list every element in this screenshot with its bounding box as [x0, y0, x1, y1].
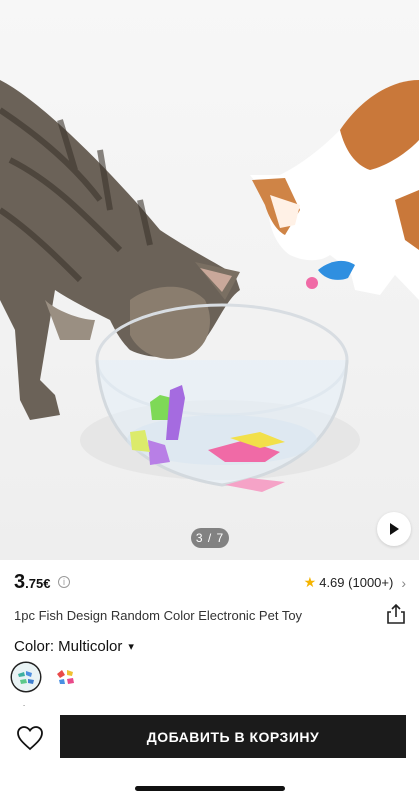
play-video-button[interactable]: [377, 512, 411, 546]
swatch-multicolor[interactable]: [12, 663, 40, 691]
product-title: 1pc Fish Design Random Color Electronic …: [14, 608, 303, 623]
swatch-variant-2[interactable]: [52, 663, 80, 691]
heart-icon: [17, 726, 43, 751]
chevron-down-icon: ▾: [128, 641, 134, 653]
bottom-action-bar: ДОБАВИТЬ В КОРЗИНУ: [0, 706, 419, 800]
chevron-right-icon: ›: [401, 574, 406, 591]
color-label: Color: Multicolor: [14, 638, 123, 655]
title-row: 1pc Fish Design Random Color Electronic …: [14, 603, 406, 630]
home-indicator: [135, 786, 285, 791]
color-selector[interactable]: Color: Multicolor ▾: [14, 638, 134, 655]
price-integer: 3: [14, 571, 26, 593]
wishlist-button[interactable]: [14, 722, 46, 754]
play-icon: [390, 523, 399, 535]
color-swatches: [12, 663, 80, 691]
gallery-pager: 3 / 7: [191, 528, 229, 548]
product-image-gallery[interactable]: 3 / 7: [0, 0, 419, 560]
price-row: 3.75€ i ★ 4.69 (1000+) ›: [14, 571, 406, 595]
price-fraction: .75€: [25, 576, 51, 591]
rating-summary[interactable]: ★ 4.69 (1000+) ›: [304, 574, 406, 591]
share-icon[interactable]: [386, 603, 406, 630]
price: 3.75€: [14, 571, 50, 594]
rating-value: 4.69: [319, 575, 345, 590]
add-to-cart-button[interactable]: ДОБАВИТЬ В КОРЗИНУ: [60, 715, 406, 758]
product-photo: [0, 80, 419, 492]
star-icon: ★: [303, 574, 317, 590]
rating-count: (1000+): [348, 575, 394, 590]
info-icon[interactable]: i: [58, 576, 70, 588]
